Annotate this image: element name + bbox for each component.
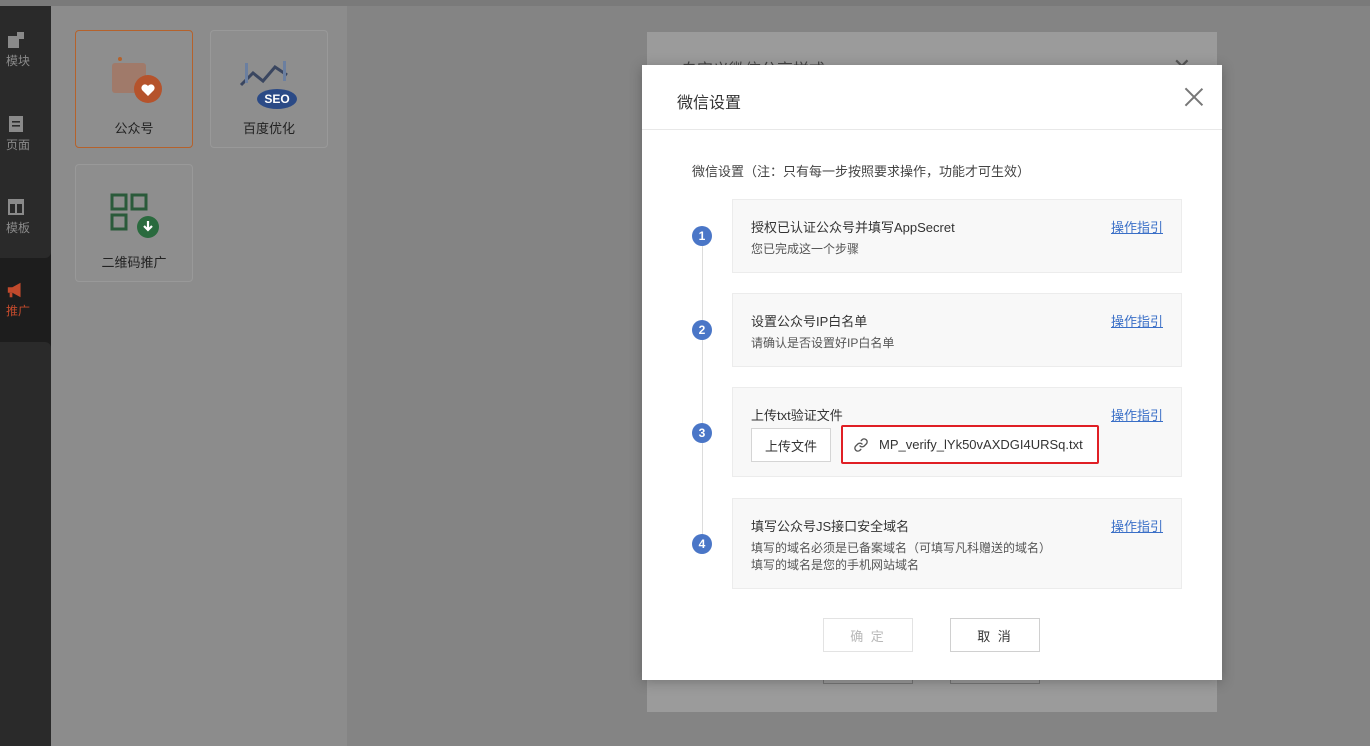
step-title: 填写公众号JS接口安全域名 [751, 519, 910, 534]
guide-link[interactable]: 操作指引 [1111, 405, 1163, 424]
wechat-settings-modal: 微信设置 微信设置（注：只有每一步按照要求操作，功能才可生效） 1 授权已认证公… [642, 65, 1222, 680]
wechat-heart-icon [112, 57, 162, 103]
module-card-wechat[interactable]: 公众号 [75, 30, 193, 148]
sidebar-item-module[interactable]: 模块 [0, 14, 51, 84]
file-name: MP_verify_lYk50vAXDGI4URSq.txt [879, 437, 1083, 452]
step-title: 上传txt验证文件 [751, 408, 843, 423]
svg-text:SEO: SEO [264, 92, 289, 106]
step-box: 授权已认证公众号并填写AppSecret 您已完成这一个步骤 操作指引 [732, 199, 1182, 273]
close-icon[interactable] [1184, 87, 1204, 107]
sidebar-item-template[interactable]: 模板 [0, 181, 51, 251]
sidebar: 模块 页面 模板 推广 [0, 6, 51, 746]
confirm-button[interactable]: 确 定 [823, 618, 913, 652]
sidebar-item-label: 模块 [6, 54, 31, 68]
sidebar-item-label: 模板 [6, 221, 31, 235]
sidebar-item-label: 推广 [6, 304, 31, 318]
module-card-label: 公众号 [114, 121, 154, 136]
template-icon [8, 199, 24, 215]
step-box: 填写公众号JS接口安全域名 填写的域名必须是已备案域名（可填写凡科赠送的域名） … [732, 498, 1182, 589]
sidebar-bottom-section [0, 342, 51, 746]
step-box: 设置公众号IP白名单 请确认是否设置好IP白名单 操作指引 [732, 293, 1182, 367]
megaphone-icon [7, 282, 21, 298]
step-desc: 填写的域名必须是已备案域名（可填写凡科赠送的域名） [751, 541, 1052, 555]
sidebar-item-page[interactable]: 页面 [0, 98, 51, 168]
module-card-label: 二维码推广 [101, 255, 167, 270]
module-card-qrcode[interactable]: 二维码推广 [75, 164, 193, 282]
module-panel: 公众号 SEO 百度优化 二维码推广 [51, 6, 347, 746]
sidebar-item-label: 页面 [6, 138, 31, 152]
uploaded-file-link[interactable]: MP_verify_lYk50vAXDGI4URSq.txt [841, 425, 1099, 464]
modal-intro: 微信设置（注：只有每一步按照要求操作，功能才可生效） [692, 164, 1031, 179]
module-card-label: 百度优化 [242, 121, 295, 136]
module-icon [8, 32, 24, 48]
seo-icon: SEO [239, 61, 297, 109]
step-number: 3 [692, 423, 712, 443]
step-number: 1 [692, 226, 712, 246]
step-connector-line [702, 235, 703, 545]
upload-file-button[interactable]: 上传文件 [751, 428, 831, 462]
step-desc: 填写的域名是您的手机网站域名 [751, 558, 920, 572]
guide-link[interactable]: 操作指引 [1111, 516, 1163, 535]
step-title: 授权已认证公众号并填写AppSecret [751, 220, 955, 235]
step-desc: 您已完成这一个步骤 [751, 242, 860, 256]
guide-link[interactable]: 操作指引 [1111, 217, 1163, 236]
step-box: 上传txt验证文件 操作指引 上传文件 MP_verify_lYk50vAXDG… [732, 387, 1182, 477]
qrcode-icon [110, 193, 159, 238]
module-card-seo[interactable]: SEO 百度优化 [210, 30, 328, 148]
step-desc: 请确认是否设置好IP白名单 [751, 336, 895, 350]
step-title: 设置公众号IP白名单 [751, 314, 868, 329]
sidebar-item-promotion[interactable]: 推广 [0, 264, 51, 334]
guide-link[interactable]: 操作指引 [1111, 311, 1163, 330]
step-number: 2 [692, 320, 712, 340]
step-number: 4 [692, 534, 712, 554]
modal-header: 微信设置 [642, 65, 1222, 130]
page-icon [9, 116, 23, 132]
link-icon [854, 437, 868, 452]
cancel-button[interactable]: 取 消 [950, 618, 1040, 652]
modal-title: 微信设置 [677, 95, 742, 112]
